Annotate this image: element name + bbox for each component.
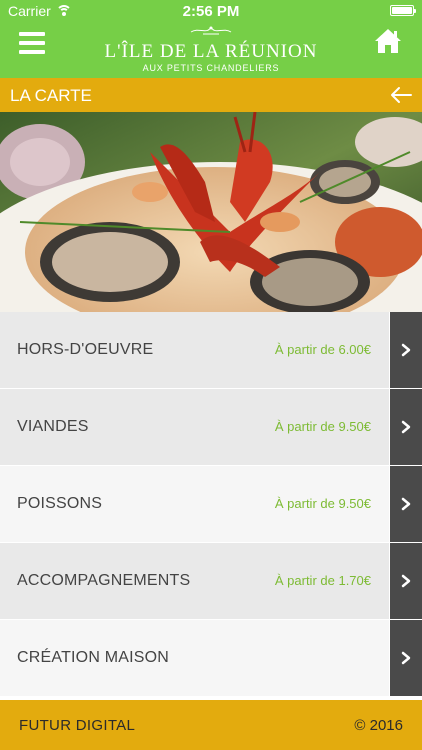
home-icon <box>375 29 401 53</box>
category-name: POISSONS <box>17 495 103 512</box>
seafood-dish-photo <box>0 112 422 312</box>
category-price: À partir de 6.00€ <box>274 342 371 357</box>
logo-title: L'ÎLE DE LA RÉUNION <box>104 41 318 62</box>
chevron-right-icon <box>401 651 411 665</box>
app-header: L'ÎLE DE LA RÉUNION AUX PETITS CHANDELIE… <box>0 22 422 78</box>
back-button[interactable] <box>390 86 412 104</box>
list-item[interactable]: CRÉATION MAISON <box>0 620 422 697</box>
footer-copyright: © 2016 <box>354 717 403 734</box>
chevron-right-icon <box>401 420 411 434</box>
status-bar: Carrier 2:56 PM <box>0 0 422 22</box>
section-header: LA CARTE <box>0 78 422 112</box>
list-item[interactable]: HORS-D'OEUVRE À partir de 6.00€ <box>0 312 422 389</box>
list-item[interactable]: ACCOMPAGNEMENTS À partir de 1.70€ <box>0 543 422 620</box>
chevron-right-icon <box>401 343 411 357</box>
chevron-button[interactable] <box>389 543 422 619</box>
category-name: ACCOMPAGNEMENTS <box>17 572 191 589</box>
category-name: CRÉATION MAISON <box>17 649 170 666</box>
status-time: 2:56 PM <box>182 3 240 20</box>
app-logo: L'ÎLE DE LA RÉUNION AUX PETITS CHANDELIE… <box>96 24 326 73</box>
hamburger-icon <box>19 32 45 36</box>
chevron-button[interactable] <box>389 389 422 465</box>
hero-image <box>0 112 422 312</box>
arrow-left-icon <box>391 87 412 103</box>
category-price: À partir de 9.50€ <box>274 419 371 434</box>
list-item[interactable]: VIANDES À partir de 9.50€ <box>0 389 422 466</box>
chevron-button[interactable] <box>389 312 422 388</box>
app-footer: FUTUR DIGITAL © 2016 <box>0 700 422 750</box>
list-item[interactable]: POISSONS À partir de 9.50€ <box>0 466 422 543</box>
category-name: VIANDES <box>17 418 89 435</box>
page-title: LA CARTE <box>10 86 92 105</box>
category-name: HORS-D'OEUVRE <box>17 341 154 358</box>
chevron-button[interactable] <box>389 466 422 542</box>
chevron-button[interactable] <box>389 620 422 696</box>
category-price: À partir de 9.50€ <box>274 496 371 511</box>
chevron-right-icon <box>401 497 411 511</box>
category-price: À partir de 1.70€ <box>274 573 371 588</box>
logo-subtitle: AUX PETITS CHANDELIERS <box>142 63 280 73</box>
logo-flourish-icon <box>190 26 232 35</box>
footer-brand: FUTUR DIGITAL <box>19 717 136 734</box>
menu-category-list: HORS-D'OEUVRE À partir de 6.00€ VIANDES … <box>0 312 422 700</box>
menu-button[interactable] <box>19 32 45 54</box>
battery-icon <box>390 5 416 16</box>
chevron-right-icon <box>401 574 411 588</box>
home-button[interactable] <box>374 28 402 54</box>
